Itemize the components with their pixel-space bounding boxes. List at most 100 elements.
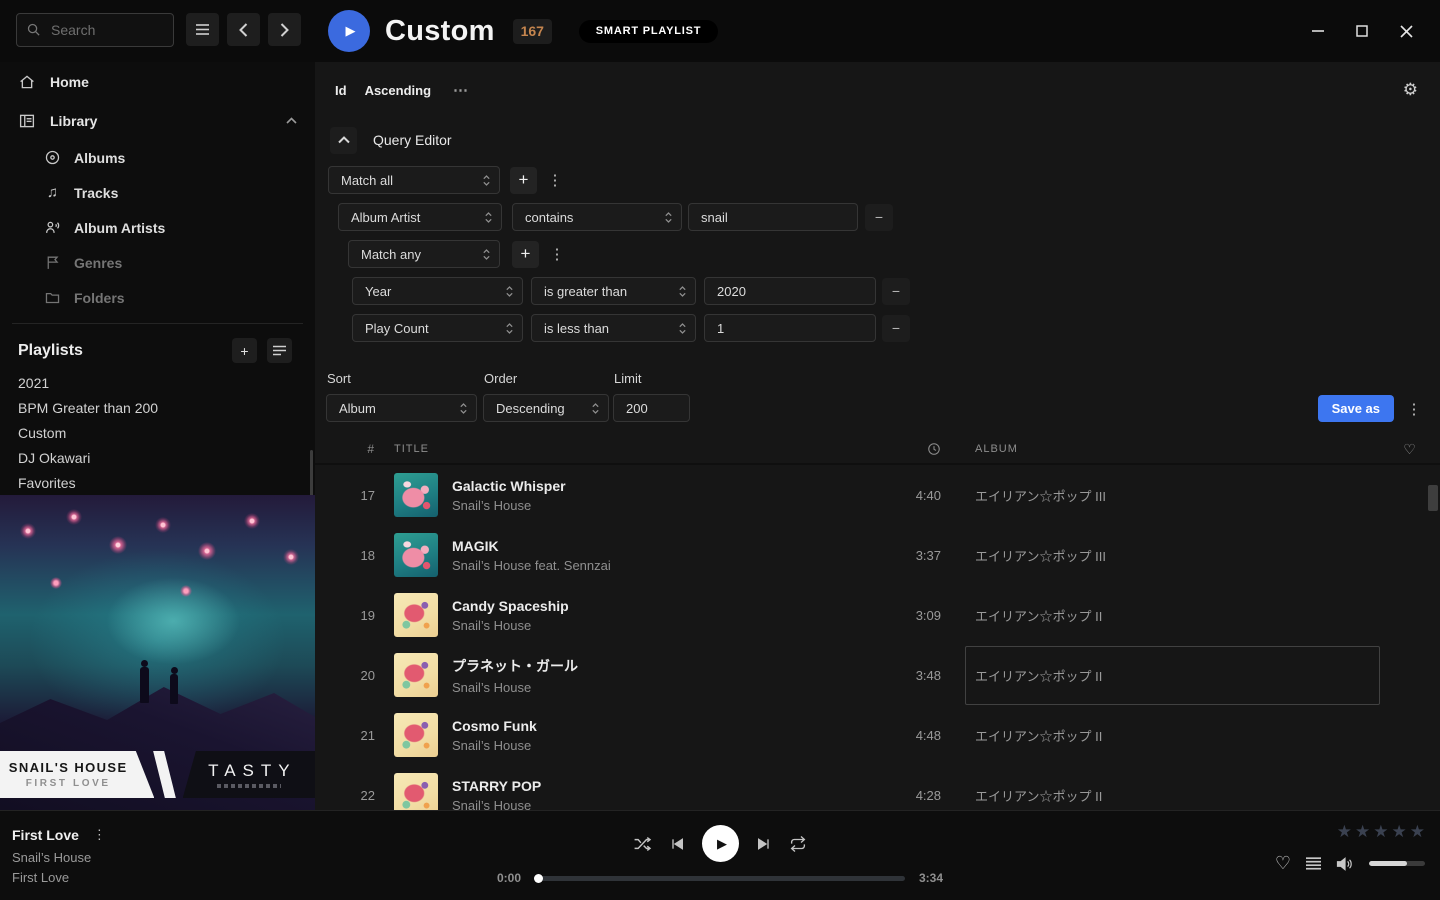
sort-select[interactable]: Album (326, 394, 477, 422)
forward-button[interactable] (268, 13, 301, 46)
maximize-button[interactable] (1340, 11, 1384, 51)
sidebar-item-album-artists[interactable]: Album Artists (0, 210, 315, 245)
rule-operator-select[interactable]: is less than (531, 314, 696, 342)
table-row[interactable]: 19 Candy Spaceship Snail’s House 3:09 エイ… (315, 585, 1440, 645)
settings-button[interactable]: ⚙ (1403, 80, 1418, 100)
add-rule-button[interactable]: + (510, 167, 537, 194)
playlist-item[interactable]: DJ Okawari (0, 445, 315, 470)
playlist-item[interactable]: Custom (0, 420, 315, 445)
add-rule-button[interactable]: + (512, 241, 539, 268)
minimize-button[interactable] (1296, 11, 1340, 51)
now-playing-options-button[interactable]: ⋮ (93, 827, 106, 843)
sort-field-button[interactable]: Id (335, 83, 347, 98)
search-input[interactable] (16, 13, 174, 47)
sidebar-item-library[interactable]: Library (0, 101, 315, 140)
now-playing-album[interactable]: First Love (12, 870, 69, 885)
rule-value-input[interactable] (704, 277, 876, 305)
play-playlist-button[interactable]: ▶ (328, 10, 370, 52)
chevron-up-icon[interactable] (286, 117, 297, 124)
rule-field-select[interactable]: Album Artist (338, 203, 502, 231)
collapse-query-editor-button[interactable] (330, 127, 357, 154)
rule-value-input[interactable] (688, 203, 858, 231)
match-type-select[interactable]: Match all (328, 166, 500, 194)
more-options-button[interactable]: ⋯ (453, 81, 469, 99)
player-bar: First Love ⋮ Snail’s House First Love ▶ … (0, 810, 1440, 900)
star-icon[interactable]: ★ (1392, 823, 1407, 840)
column-header-title[interactable]: TITLE (394, 443, 881, 455)
remove-rule-button[interactable]: − (882, 315, 910, 342)
sidebar-item-folders[interactable]: Folders (0, 280, 315, 315)
kebab-icon: ⋮ (548, 172, 563, 189)
speaker-icon (1336, 856, 1354, 872)
menu-button[interactable] (186, 13, 219, 46)
now-playing-artist[interactable]: Snail’s House (12, 850, 91, 865)
table-row[interactable]: 21 Cosmo Funk Snail’s House 4:48 エイリアン☆ポ… (315, 705, 1440, 765)
kebab-icon: ⋮ (550, 246, 565, 263)
play-pause-button[interactable]: ▶ (702, 825, 739, 862)
table-row[interactable]: 20 プラネット・ガール Snail’s House 3:48 エイリアン☆ポッ… (315, 645, 1440, 705)
column-header-index[interactable]: # (335, 442, 375, 456)
remove-rule-button[interactable]: − (882, 278, 910, 305)
table-row[interactable]: 18 MAGIK Snail’s House feat. Sennzai 3:3… (315, 525, 1440, 585)
volume-slider[interactable] (1369, 861, 1425, 866)
next-track-button[interactable] (756, 836, 772, 852)
previous-track-button[interactable] (669, 836, 685, 852)
rule-operator-select[interactable]: contains (512, 203, 682, 231)
seek-slider[interactable] (535, 876, 905, 881)
track-album-cell[interactable]: エイリアン☆ポップ II (975, 786, 1395, 805)
track-list-scrollbar[interactable] (1428, 485, 1438, 511)
playlist-item[interactable]: Favorites (0, 470, 315, 495)
star-icon[interactable]: ★ (1355, 823, 1370, 840)
remove-rule-button[interactable]: − (865, 204, 893, 231)
column-header-favorite[interactable]: ♡ (1395, 441, 1425, 458)
favorite-button[interactable]: ♡ (1275, 853, 1291, 874)
repeat-button[interactable] (789, 835, 807, 853)
column-header-album[interactable]: ALBUM (975, 443, 1395, 455)
sort-direction-button[interactable]: Ascending (365, 83, 431, 98)
rule-operator-select[interactable]: is greater than (531, 277, 696, 305)
artist-icon (44, 219, 61, 236)
close-button[interactable] (1384, 11, 1428, 51)
queue-button[interactable] (1306, 857, 1321, 870)
rule-field-select[interactable]: Play Count (352, 314, 523, 342)
add-playlist-button[interactable]: + (232, 338, 257, 363)
table-row[interactable]: 22 STARRY POP Snail’s House 4:28 エイリアン☆ポ… (315, 765, 1440, 810)
limit-input[interactable] (613, 394, 690, 422)
sidebar-item-home[interactable]: Home (0, 62, 315, 101)
track-album-cell[interactable]: エイリアン☆ポップ II (975, 666, 1395, 685)
track-album-cell[interactable]: エイリアン☆ポップ II (975, 726, 1395, 745)
order-select[interactable]: Descending (483, 394, 609, 422)
sidebar-item-label: Genres (74, 255, 122, 271)
kebab-icon: ⋮ (1407, 401, 1422, 418)
rule-value-input[interactable] (704, 314, 876, 342)
rule-field-select[interactable]: Year (352, 277, 523, 305)
save-as-button[interactable]: Save as (1318, 395, 1394, 422)
table-row[interactable]: 17 Galactic Whisper Snail’s House 4:40 エ… (315, 465, 1440, 525)
playlist-item[interactable]: 2021 (0, 370, 315, 395)
star-icon[interactable]: ★ (1337, 823, 1352, 840)
track-album-cell[interactable]: エイリアン☆ポップ III (975, 486, 1395, 505)
sidebar-item-genres[interactable]: Genres (0, 245, 315, 280)
back-button[interactable] (227, 13, 260, 46)
volume-button[interactable] (1336, 856, 1354, 872)
query-options-button[interactable]: ⋮ (1404, 395, 1424, 422)
group-options-button[interactable]: ⋮ (547, 245, 567, 263)
now-playing-title[interactable]: First Love (12, 827, 79, 843)
group-options-button[interactable]: ⋮ (545, 171, 565, 189)
track-table-header: # TITLE ALBUM ♡ (315, 435, 1440, 465)
track-album-cell[interactable]: エイリアン☆ポップ III (975, 546, 1395, 565)
star-icon[interactable]: ★ (1410, 823, 1425, 840)
track-info: Galactic Whisper Snail’s House (452, 478, 881, 513)
playlist-item[interactable]: BPM Greater than 200 (0, 395, 315, 420)
playlist-list-button[interactable] (267, 338, 292, 363)
shuffle-button[interactable] (633, 836, 652, 852)
sidebar-item-tracks[interactable]: ♫ Tracks (0, 175, 315, 210)
column-header-duration[interactable] (881, 442, 941, 456)
select-caret-icon (664, 211, 673, 224)
track-number: 17 (335, 488, 375, 503)
now-playing-cover[interactable]: SNAIL'S HOUSE FIRST LOVE TASTY (0, 495, 315, 810)
match-type-select[interactable]: Match any (348, 240, 500, 268)
track-album-cell[interactable]: エイリアン☆ポップ II (975, 606, 1395, 625)
sidebar-item-albums[interactable]: Albums (0, 140, 315, 175)
star-icon[interactable]: ★ (1373, 823, 1388, 840)
